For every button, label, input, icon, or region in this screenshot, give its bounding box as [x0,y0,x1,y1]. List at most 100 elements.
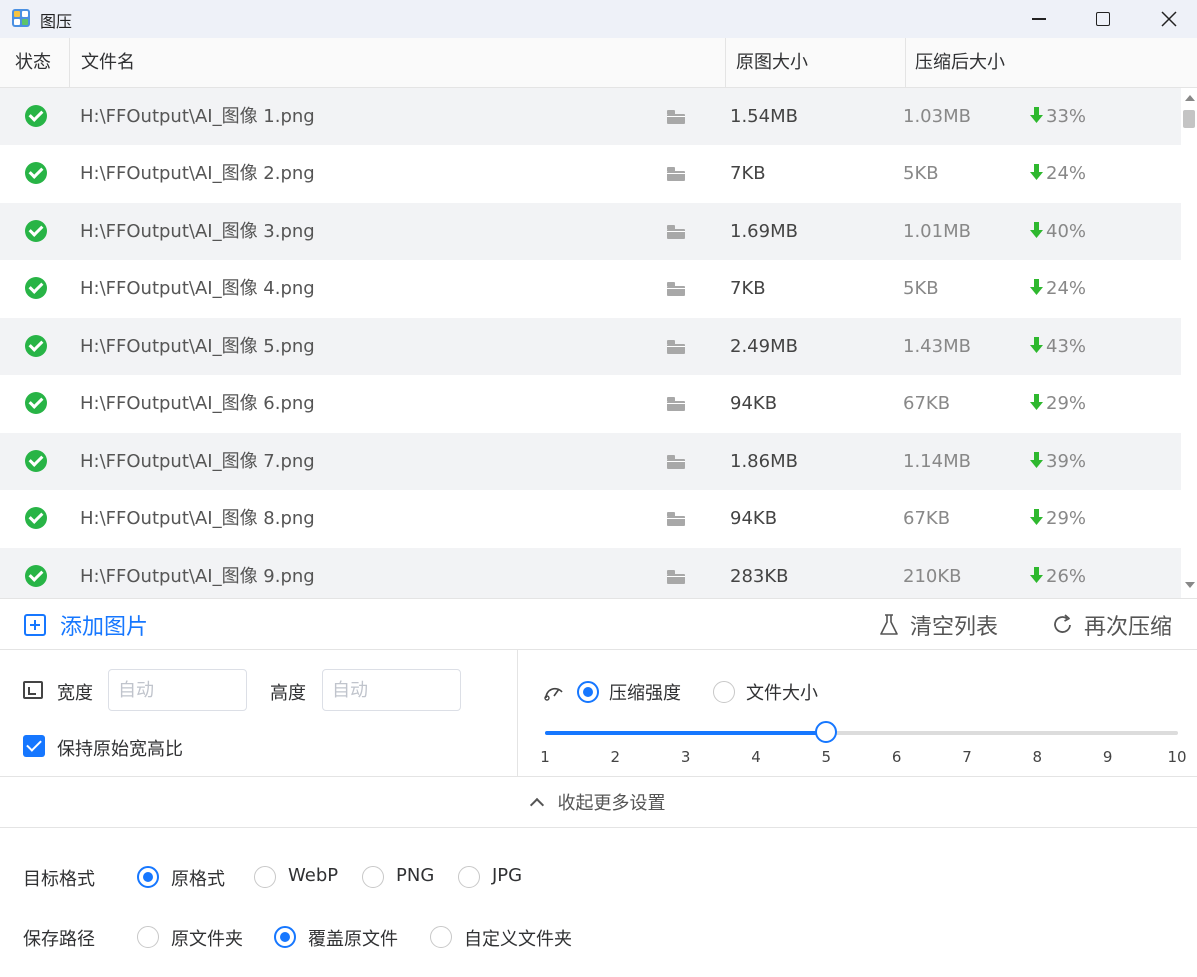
close-icon [1161,11,1177,27]
original-size: 7KB [730,278,766,299]
open-folder-icon[interactable] [667,340,685,354]
open-folder-icon[interactable] [667,512,685,526]
column-divider[interactable] [905,38,906,88]
column-divider[interactable] [725,38,726,88]
table-row[interactable]: H:\FFOutput\AI_图像 7.png 1.86MB 1.14MB 39… [0,433,1181,490]
file-path: H:\FFOutput\AI_图像 2.png [80,163,315,184]
table-row[interactable]: H:\FFOutput\AI_图像 4.png 7KB 5KB 24% [0,260,1181,317]
window-title: 图压 [40,12,73,31]
height-input[interactable] [322,669,461,711]
strength-slider-fill [545,731,827,735]
width-label: 宽度 [57,683,93,704]
open-folder-icon[interactable] [667,282,685,296]
open-folder-icon[interactable] [667,110,685,124]
open-folder-icon[interactable] [667,455,685,469]
success-check-icon [25,162,47,184]
mode-strength-radio[interactable] [577,681,599,703]
clear-list-label: 清空列表 [910,615,999,640]
action-bar: 添加图片 清空列表 再次压缩 [0,598,1197,650]
arrow-down-icon [1030,337,1043,353]
original-size: 2.49MB [730,336,798,357]
success-check-icon [25,565,47,587]
success-check-icon [25,277,47,299]
table-row[interactable]: H:\FFOutput\AI_图像 1.png 1.54MB 1.03MB 33… [0,88,1181,145]
scroll-down-icon[interactable] [1185,582,1195,588]
table-row[interactable]: H:\FFOutput\AI_图像 3.png 1.69MB 1.01MB 40… [0,203,1181,260]
table-row[interactable]: H:\FFOutput\AI_图像 9.png 283KB 210KB 26% [0,548,1181,598]
save-overwrite-radio[interactable] [274,926,296,948]
collapse-label: 收起更多设置 [557,793,666,814]
recompress-button[interactable]: 再次压缩 [1052,611,1173,640]
scroll-up-icon[interactable] [1185,95,1195,101]
compressed-size: 210KB [903,566,962,587]
header-compressed-size[interactable]: 压缩后大小 [915,38,1005,88]
width-input[interactable] [108,669,247,711]
open-folder-icon[interactable] [667,397,685,411]
success-check-icon [25,450,47,472]
compressed-size: 1.14MB [903,451,971,472]
reduction-percent: 29% [1030,375,1086,432]
format-option-label: JPG [492,865,523,886]
add-images-button[interactable]: 添加图片 [24,611,148,640]
gauge-icon [544,687,563,701]
maximize-button[interactable] [1074,0,1132,38]
collapse-settings-button[interactable]: 收起更多设置 [0,777,1197,828]
table-row[interactable]: H:\FFOutput\AI_图像 8.png 94KB 67KB 29% [0,490,1181,547]
keep-ratio-checkbox[interactable] [23,735,45,757]
header-status[interactable]: 状态 [15,38,51,88]
save-option-label: 自定义文件夹 [464,929,572,950]
header-filename[interactable]: 文件名 [81,38,135,88]
maximize-icon [1096,12,1110,26]
slider-tick-label: 10 [1167,748,1187,766]
slider-tick-label: 2 [610,748,621,766]
vertical-scrollbar[interactable] [1181,88,1197,598]
compressed-size: 5KB [903,278,939,299]
original-size: 1.69MB [730,221,798,242]
slider-tick-label: 6 [891,748,902,766]
app-logo-icon [12,9,30,27]
open-folder-icon[interactable] [667,570,685,584]
success-check-icon [25,220,47,242]
file-list[interactable]: H:\FFOutput\AI_图像 1.png 1.54MB 1.03MB 33… [0,88,1181,598]
compressed-size: 67KB [903,393,951,414]
mode-filesize-label: 文件大小 [746,683,818,704]
file-path: H:\FFOutput\AI_图像 9.png [80,566,315,587]
clear-list-button[interactable]: 清空列表 [878,611,999,640]
header-original-size[interactable]: 原图大小 [736,38,808,88]
target-format-label: 目标格式 [23,869,95,890]
original-size: 94KB [730,508,778,529]
table-row[interactable]: H:\FFOutput\AI_图像 6.png 94KB 67KB 29% [0,375,1181,432]
reduction-percent: 40% [1030,203,1086,260]
success-check-icon [25,392,47,414]
column-divider[interactable] [69,38,70,88]
scrollbar-thumb[interactable] [1183,110,1195,128]
reduction-percent: 39% [1030,433,1086,490]
close-button[interactable] [1140,0,1197,38]
format-webp-radio[interactable] [254,866,276,888]
strength-slider-track[interactable] [545,731,1178,735]
save-custom-folder-radio[interactable] [430,926,452,948]
slider-tick-label: 4 [751,748,761,766]
minimize-button[interactable] [1010,0,1068,38]
open-folder-icon[interactable] [667,225,685,239]
format-jpg-radio[interactable] [458,866,480,888]
arrow-down-icon [1030,279,1043,295]
recompress-label: 再次压缩 [1084,615,1173,640]
arrow-down-icon [1030,164,1043,180]
refresh-icon [1054,614,1071,633]
table-row[interactable]: H:\FFOutput\AI_图像 5.png 2.49MB 1.43MB 43… [0,318,1181,375]
minimize-icon [1032,18,1046,20]
save-original-folder-radio[interactable] [137,926,159,948]
slider-tick-label: 8 [1032,748,1043,766]
reduction-percent: 26% [1030,548,1086,598]
format-png-radio[interactable] [362,866,384,888]
original-size: 1.86MB [730,451,798,472]
arrow-down-icon [1030,222,1043,238]
mode-filesize-radio[interactable] [713,681,735,703]
format-original-radio[interactable] [137,866,159,888]
settings-panel: 宽度 高度 保持原始宽高比 压缩强度 文件大小 [0,650,1197,777]
table-row[interactable]: H:\FFOutput\AI_图像 2.png 7KB 5KB 24% [0,145,1181,202]
success-check-icon [25,507,47,529]
compressed-size: 1.01MB [903,221,971,242]
open-folder-icon[interactable] [667,167,685,181]
